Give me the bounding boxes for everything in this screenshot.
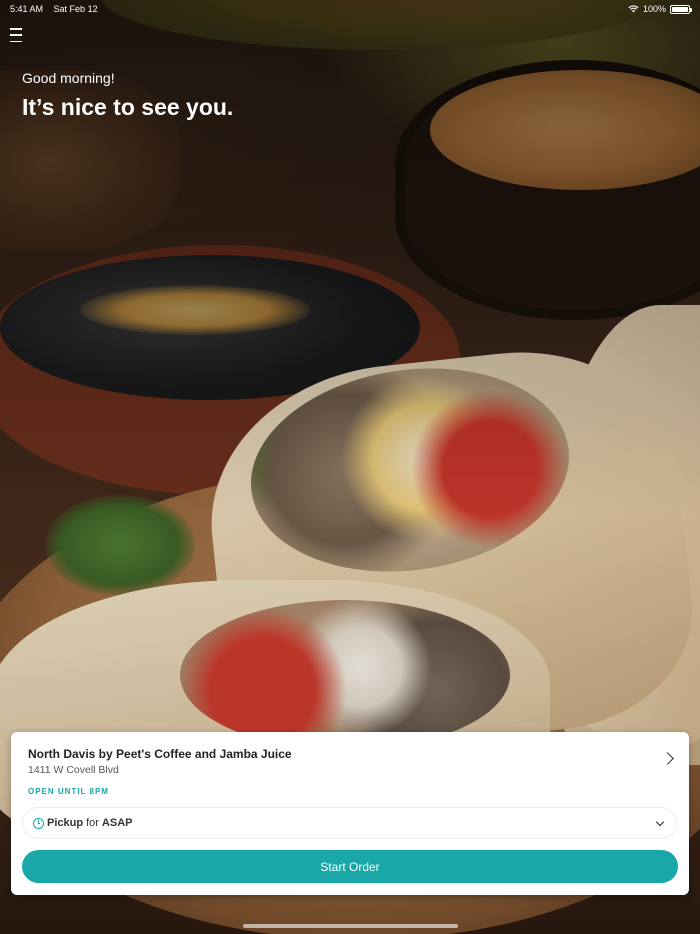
greeting-text: Good morning! <box>22 70 115 86</box>
wifi-icon <box>628 5 639 13</box>
store-name: North Davis by Peet's Coffee and Jamba J… <box>28 747 292 761</box>
pickup-time-select[interactable]: Pickup for ASAP <box>22 807 677 839</box>
pickup-mode: Pickup <box>47 817 84 829</box>
page-title: It’s nice to see you. <box>22 94 234 120</box>
status-bar: 5:41 AM Sat Feb 12 100% <box>0 0 700 18</box>
pickup-connector: for <box>86 817 99 829</box>
clock-icon <box>33 817 44 829</box>
battery-percent: 100% <box>642 4 666 14</box>
chevron-right-icon <box>661 752 674 765</box>
hamburger-menu-icon[interactable] <box>10 28 26 42</box>
status-time: 5:41 AM <box>10 4 44 14</box>
start-order-button[interactable]: Start Order <box>22 850 678 883</box>
home-indicator <box>243 924 458 928</box>
chevron-down-icon <box>655 817 665 827</box>
store-selector[interactable]: North Davis by Peet's Coffee and Jamba J… <box>11 732 689 782</box>
open-status-badge: OPEN UNTIL 8PM <box>28 787 109 796</box>
order-card: North Davis by Peet's Coffee and Jamba J… <box>11 732 689 895</box>
store-address: 1411 W Covell Blvd <box>28 764 119 776</box>
pickup-time: ASAP <box>101 817 133 829</box>
status-date: Sat Feb 12 <box>53 4 98 14</box>
battery-icon <box>670 4 692 14</box>
